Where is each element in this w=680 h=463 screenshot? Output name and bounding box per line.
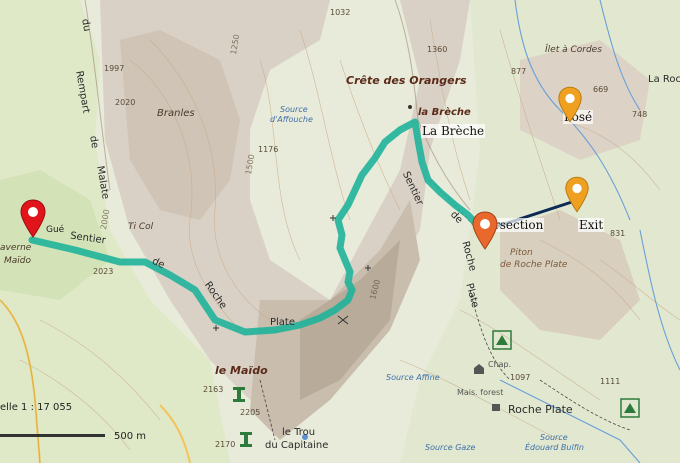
trou-label: le Trou	[282, 427, 316, 438]
mais-forest-label: Mais. forest	[457, 388, 504, 397]
pose-pin-icon[interactable]	[556, 85, 584, 123]
elev-1032: 1032	[330, 8, 351, 17]
scale-bar-label: 500 m	[114, 431, 147, 442]
source-affouche-label: Source	[280, 105, 308, 114]
source-affine-label: Source Affine	[386, 373, 440, 382]
branles-label: Branles	[157, 108, 195, 119]
elev-877: 877	[511, 67, 527, 76]
scale-ratio-label: elle 1 : 17 055	[0, 402, 73, 413]
la-breche-map-label: la Brèche	[418, 107, 471, 118]
caverne-label: averne	[0, 243, 32, 253]
map-canvas[interactable]: Crête des Orangers la Brèche Branles le …	[0, 0, 680, 463]
waypoint-intersection-label: rsection	[493, 218, 545, 232]
crete-label: Crête des Orangers	[346, 74, 467, 87]
chapel-icon	[474, 364, 484, 374]
start-pin-icon[interactable]	[18, 198, 48, 238]
chap-label: Chap.	[488, 360, 512, 369]
waypoint-la-breche-label: La Brèche	[421, 124, 486, 138]
source-edouard-label-2: Édouard Bulfin	[525, 443, 584, 452]
elev-1997: 1997	[104, 64, 125, 73]
la-roc-label: La Roc	[648, 74, 680, 85]
elev-1111: 1111	[600, 377, 621, 386]
elev-1176: 1176	[258, 145, 279, 154]
monument-icon	[240, 432, 252, 447]
source-gaze-label: Source Gaze	[425, 443, 476, 452]
campsite-icon	[492, 330, 512, 350]
maido-small-label: Maïdo	[4, 256, 31, 266]
waypoint-exit-label: Exit	[578, 218, 605, 232]
campsite-icon-2	[620, 398, 640, 418]
elev-1360: 1360	[427, 45, 448, 54]
viewpoint-icon	[233, 387, 245, 402]
elev-2205: 2205	[240, 408, 261, 417]
elev-2020: 2020	[115, 98, 136, 107]
trail-left-plate: Plate	[270, 317, 296, 328]
elev-669: 669	[593, 85, 609, 94]
piton-roche-plate-label: de Roche Plate	[500, 260, 568, 270]
elev-748: 748	[632, 110, 648, 119]
start-label: Gué	[46, 225, 65, 235]
ilet-label: Îlet à Cordes	[545, 45, 602, 55]
elev-2023: 2023	[93, 267, 114, 276]
house-icon	[492, 404, 500, 411]
source-edouard-label: Source	[540, 433, 568, 442]
elev-2170: 2170	[215, 440, 236, 449]
piton-label: Piton	[510, 248, 533, 258]
rempart-de-label: de	[87, 135, 101, 150]
source-affouche-label-2: d'Affouche	[270, 115, 313, 124]
elev-831: 831	[610, 229, 626, 238]
elev-2163: 2163	[203, 385, 224, 394]
rempart-du-label: du	[79, 18, 93, 33]
exit-pin-icon[interactable]	[563, 175, 591, 213]
current-position-pin-icon[interactable]	[470, 210, 500, 250]
elev-1097: 1097	[510, 373, 531, 382]
le-maido-label: le Maïdo	[215, 364, 268, 377]
scale-bar	[0, 434, 105, 437]
ti-col-label: Ti Col	[128, 222, 154, 232]
roche-plate-label: Roche Plate	[508, 403, 573, 416]
capitaine-label: du Capitaine	[265, 440, 329, 451]
